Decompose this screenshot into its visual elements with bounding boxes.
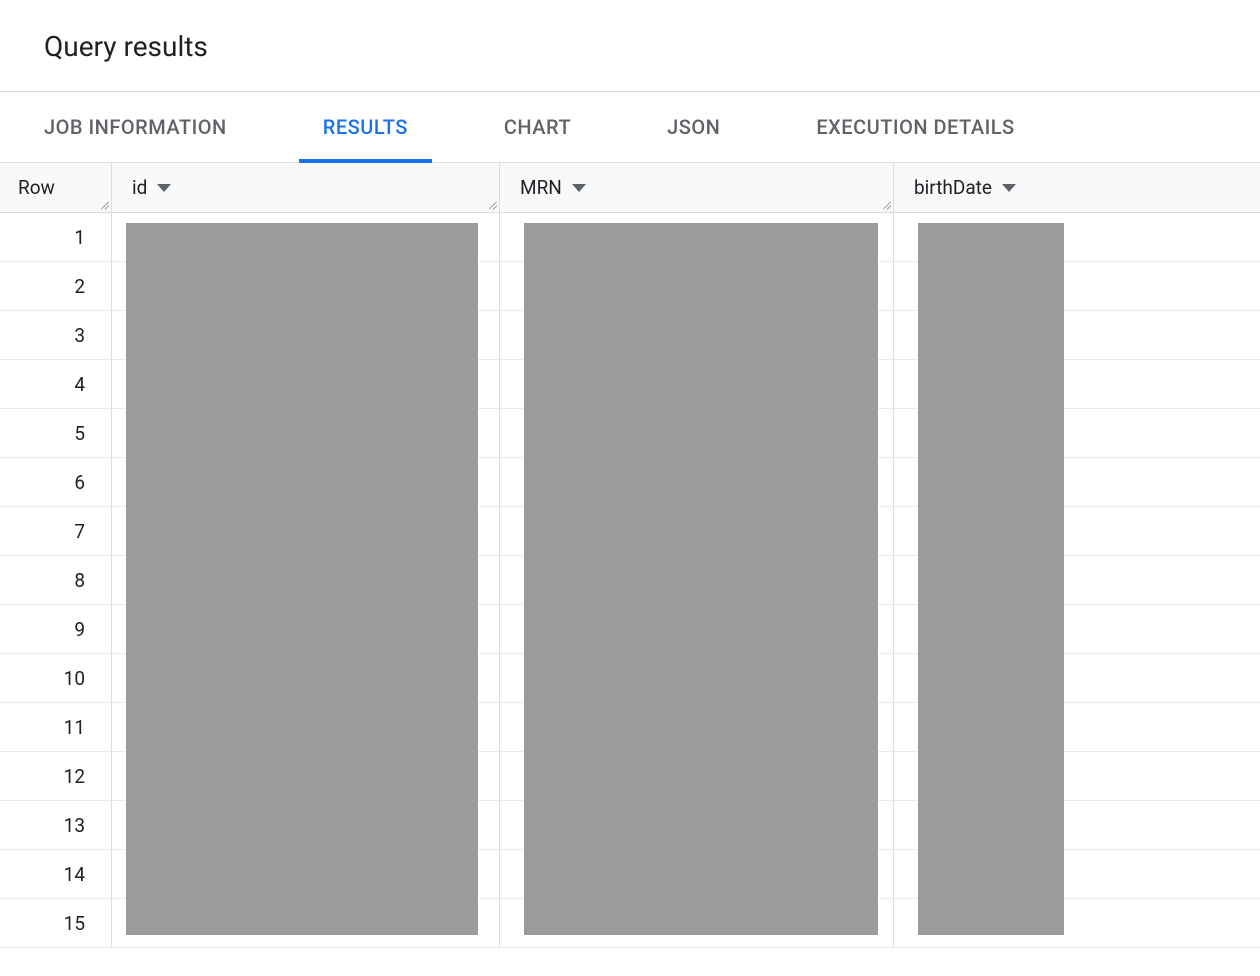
tab-job-information[interactable]: JOB INFORMATION	[44, 92, 275, 162]
tab-execution-details[interactable]: EXECUTION DETAILS	[768, 92, 1062, 162]
row-number: 12	[0, 752, 112, 800]
tabs-container: JOB INFORMATION RESULTS CHART JSON EXECU…	[0, 91, 1260, 163]
column-header-birthdate[interactable]: birthDate	[894, 163, 1260, 212]
table-body: 1 2 3 4 5 6	[0, 213, 1260, 948]
column-header-id[interactable]: id	[112, 163, 500, 212]
chevron-down-icon[interactable]	[572, 184, 586, 192]
row-number: 11	[0, 703, 112, 751]
column-header-label: MRN	[520, 176, 562, 199]
tab-chart[interactable]: CHART	[456, 92, 619, 162]
row-number: 1	[0, 213, 112, 261]
chevron-down-icon[interactable]	[1002, 184, 1016, 192]
row-number: 4	[0, 360, 112, 408]
table-header: Row id MRN birthDate	[0, 163, 1260, 213]
resize-handle-icon[interactable]	[879, 198, 891, 210]
row-number: 9	[0, 605, 112, 653]
page-title: Query results	[0, 0, 1260, 91]
resize-handle-icon[interactable]	[97, 198, 109, 210]
row-number: 14	[0, 850, 112, 898]
row-number: 3	[0, 311, 112, 359]
column-header-label: birthDate	[914, 176, 992, 199]
row-number: 13	[0, 801, 112, 849]
row-number: 6	[0, 458, 112, 506]
row-number: 10	[0, 654, 112, 702]
redacted-block	[918, 223, 1064, 935]
column-header-row[interactable]: Row	[0, 163, 112, 212]
tab-json[interactable]: JSON	[619, 92, 768, 162]
tab-results[interactable]: RESULTS	[275, 92, 456, 162]
row-number: 15	[0, 899, 112, 947]
chevron-down-icon[interactable]	[157, 184, 171, 192]
resize-handle-icon[interactable]	[485, 198, 497, 210]
column-header-label: Row	[18, 176, 55, 199]
column-header-mrn[interactable]: MRN	[500, 163, 894, 212]
redacted-block	[524, 223, 878, 935]
row-number: 8	[0, 556, 112, 604]
results-table: Row id MRN birthDate 1 2	[0, 163, 1260, 948]
row-number: 5	[0, 409, 112, 457]
column-header-label: id	[132, 176, 147, 199]
row-number: 2	[0, 262, 112, 310]
redacted-block	[126, 223, 478, 935]
row-number: 7	[0, 507, 112, 555]
